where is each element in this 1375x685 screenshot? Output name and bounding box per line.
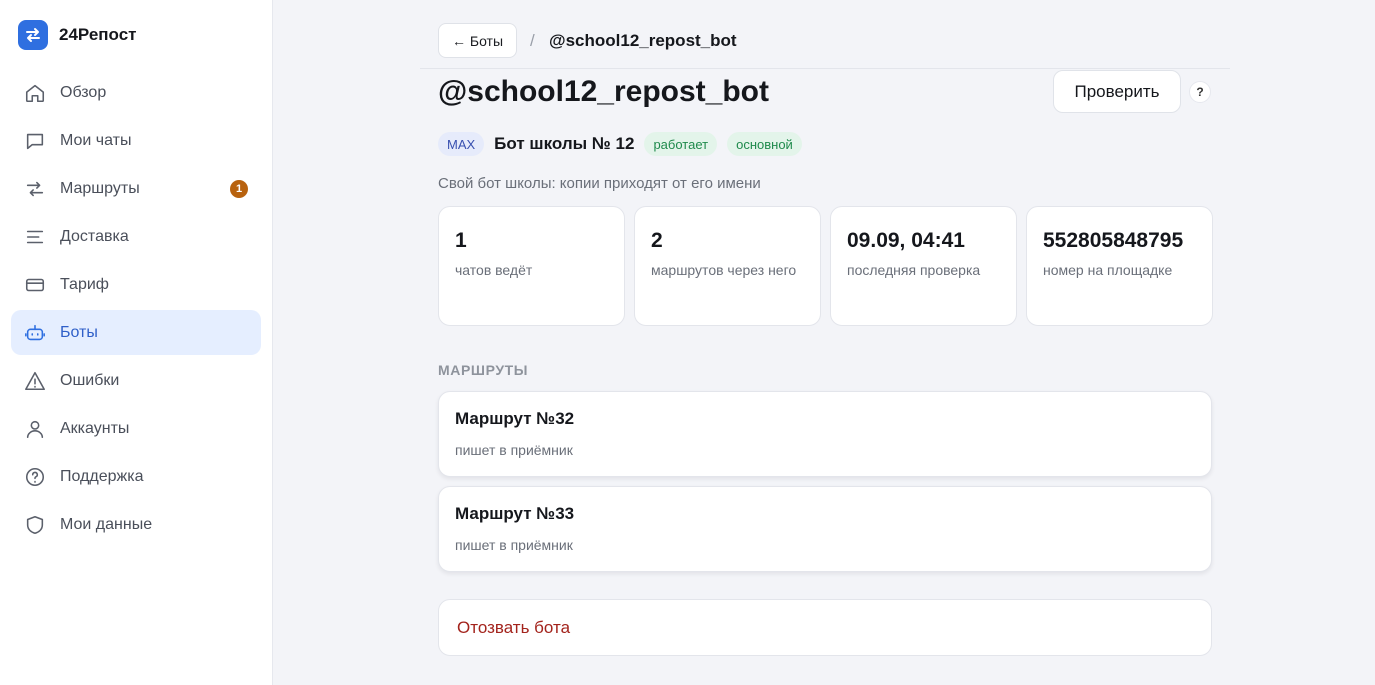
page-title: @school12_repost_bot bbox=[438, 75, 769, 108]
breadcrumb-separator: / bbox=[530, 31, 535, 50]
role-badge: основной bbox=[727, 132, 802, 156]
sidebar-item-overview[interactable]: Обзор bbox=[11, 70, 261, 115]
sidebar: 24Репост Обзор Мои чаты Маршруты 1 Доста… bbox=[0, 0, 273, 685]
sidebar-item-label: Аккаунты bbox=[60, 419, 130, 437]
sidebar-item-support[interactable]: Поддержка bbox=[11, 454, 261, 499]
route-subtitle: пишет в приёмник bbox=[455, 537, 573, 553]
stat-value: 09.09, 04:41 bbox=[847, 229, 965, 252]
brand[interactable]: 24Репост bbox=[18, 20, 137, 50]
sidebar-item-tariff[interactable]: Тариф bbox=[11, 262, 261, 307]
route-card[interactable]: Маршрут №33 пишет в приёмник bbox=[438, 486, 1212, 572]
stat-label: последняя проверка bbox=[847, 262, 981, 278]
bot-description: Свой бот школы: копии приходят от его им… bbox=[438, 175, 761, 192]
stat-label: маршрутов через него bbox=[651, 262, 797, 278]
bot-icon bbox=[23, 321, 47, 345]
stat-card-last-check: 09.09, 04:41 последняя проверка bbox=[830, 206, 1017, 326]
brand-name: 24Репост bbox=[59, 25, 137, 44]
sidebar-item-label: Маршруты bbox=[60, 179, 140, 197]
breadcrumb-current: @school12_repost_bot bbox=[549, 31, 737, 50]
stat-card-chats: 1 чатов ведёт bbox=[438, 206, 625, 326]
warning-icon bbox=[23, 369, 47, 393]
route-title: Маршрут №33 bbox=[455, 504, 575, 523]
sidebar-item-label: Мои чаты bbox=[60, 131, 132, 149]
status-badge: работает bbox=[644, 132, 718, 156]
help-circle-icon bbox=[23, 465, 47, 489]
sidebar-item-accounts[interactable]: Аккаунты bbox=[11, 406, 261, 451]
chat-icon bbox=[23, 129, 47, 153]
route-title: Маршрут №32 bbox=[455, 409, 575, 428]
route-card[interactable]: Маршрут №32 пишет в приёмник bbox=[438, 391, 1212, 477]
sidebar-item-label: Тариф bbox=[60, 275, 109, 293]
lines-icon bbox=[23, 225, 47, 249]
sidebar-item-label: Обзор bbox=[60, 83, 107, 101]
back-to-bots-button[interactable]: ← Боты bbox=[438, 23, 518, 58]
route-subtitle: пишет в приёмник bbox=[455, 442, 573, 458]
sidebar-item-label: Ошибки bbox=[60, 371, 120, 389]
stat-label: чатов ведёт bbox=[455, 262, 533, 278]
stat-value: 552805848795 bbox=[1043, 229, 1184, 252]
swap-arrows-icon bbox=[18, 20, 48, 50]
sidebar-item-my-data[interactable]: Мои данные bbox=[11, 502, 261, 547]
sidebar-item-label: Боты bbox=[60, 323, 98, 341]
stat-value: 2 bbox=[651, 229, 663, 252]
shield-icon bbox=[23, 513, 47, 537]
help-button[interactable]: ? bbox=[1189, 81, 1211, 103]
breadcrumb: ← Боты / @school12_repost_bot bbox=[420, 0, 1230, 69]
sidebar-item-bots[interactable]: Боты bbox=[11, 310, 261, 355]
sidebar-item-delivery[interactable]: Доставка bbox=[11, 214, 261, 259]
stat-value: 1 bbox=[455, 229, 467, 252]
platform-badge: MAX bbox=[438, 132, 485, 156]
routes-count-badge: 1 bbox=[230, 179, 248, 198]
stat-label: номер на площадке bbox=[1043, 262, 1173, 278]
bot-name: Бот школы № 12 bbox=[494, 134, 635, 153]
stat-card-platform-id: 552805848795 номер на площадке bbox=[1026, 206, 1213, 326]
sidebar-item-routes[interactable]: Маршруты 1 bbox=[11, 166, 261, 211]
sidebar-item-label: Мои данные bbox=[60, 515, 153, 533]
user-icon bbox=[23, 417, 47, 441]
sidebar-item-errors[interactable]: Ошибки bbox=[11, 358, 261, 403]
check-button[interactable]: Проверить bbox=[1053, 70, 1181, 113]
stat-card-routes: 2 маршрутов через него bbox=[634, 206, 821, 326]
bot-meta: MAX Бот школы № 12 работает основной bbox=[438, 132, 802, 156]
sidebar-item-chats[interactable]: Мои чаты bbox=[11, 118, 261, 163]
sidebar-nav: Обзор Мои чаты Маршруты 1 Доставка Тариф… bbox=[11, 70, 261, 550]
routes-section-title: МАРШРУТЫ bbox=[438, 362, 529, 378]
revoke-bot-button[interactable]: Отозвать бота bbox=[438, 599, 1212, 656]
card-icon bbox=[23, 273, 47, 297]
routes-icon bbox=[23, 177, 47, 201]
home-icon bbox=[23, 81, 47, 105]
sidebar-item-label: Доставка bbox=[60, 227, 129, 245]
stats-row: 1 чатов ведёт 2 маршрутов через него 09.… bbox=[438, 206, 1213, 326]
sidebar-item-label: Поддержка bbox=[60, 467, 144, 485]
